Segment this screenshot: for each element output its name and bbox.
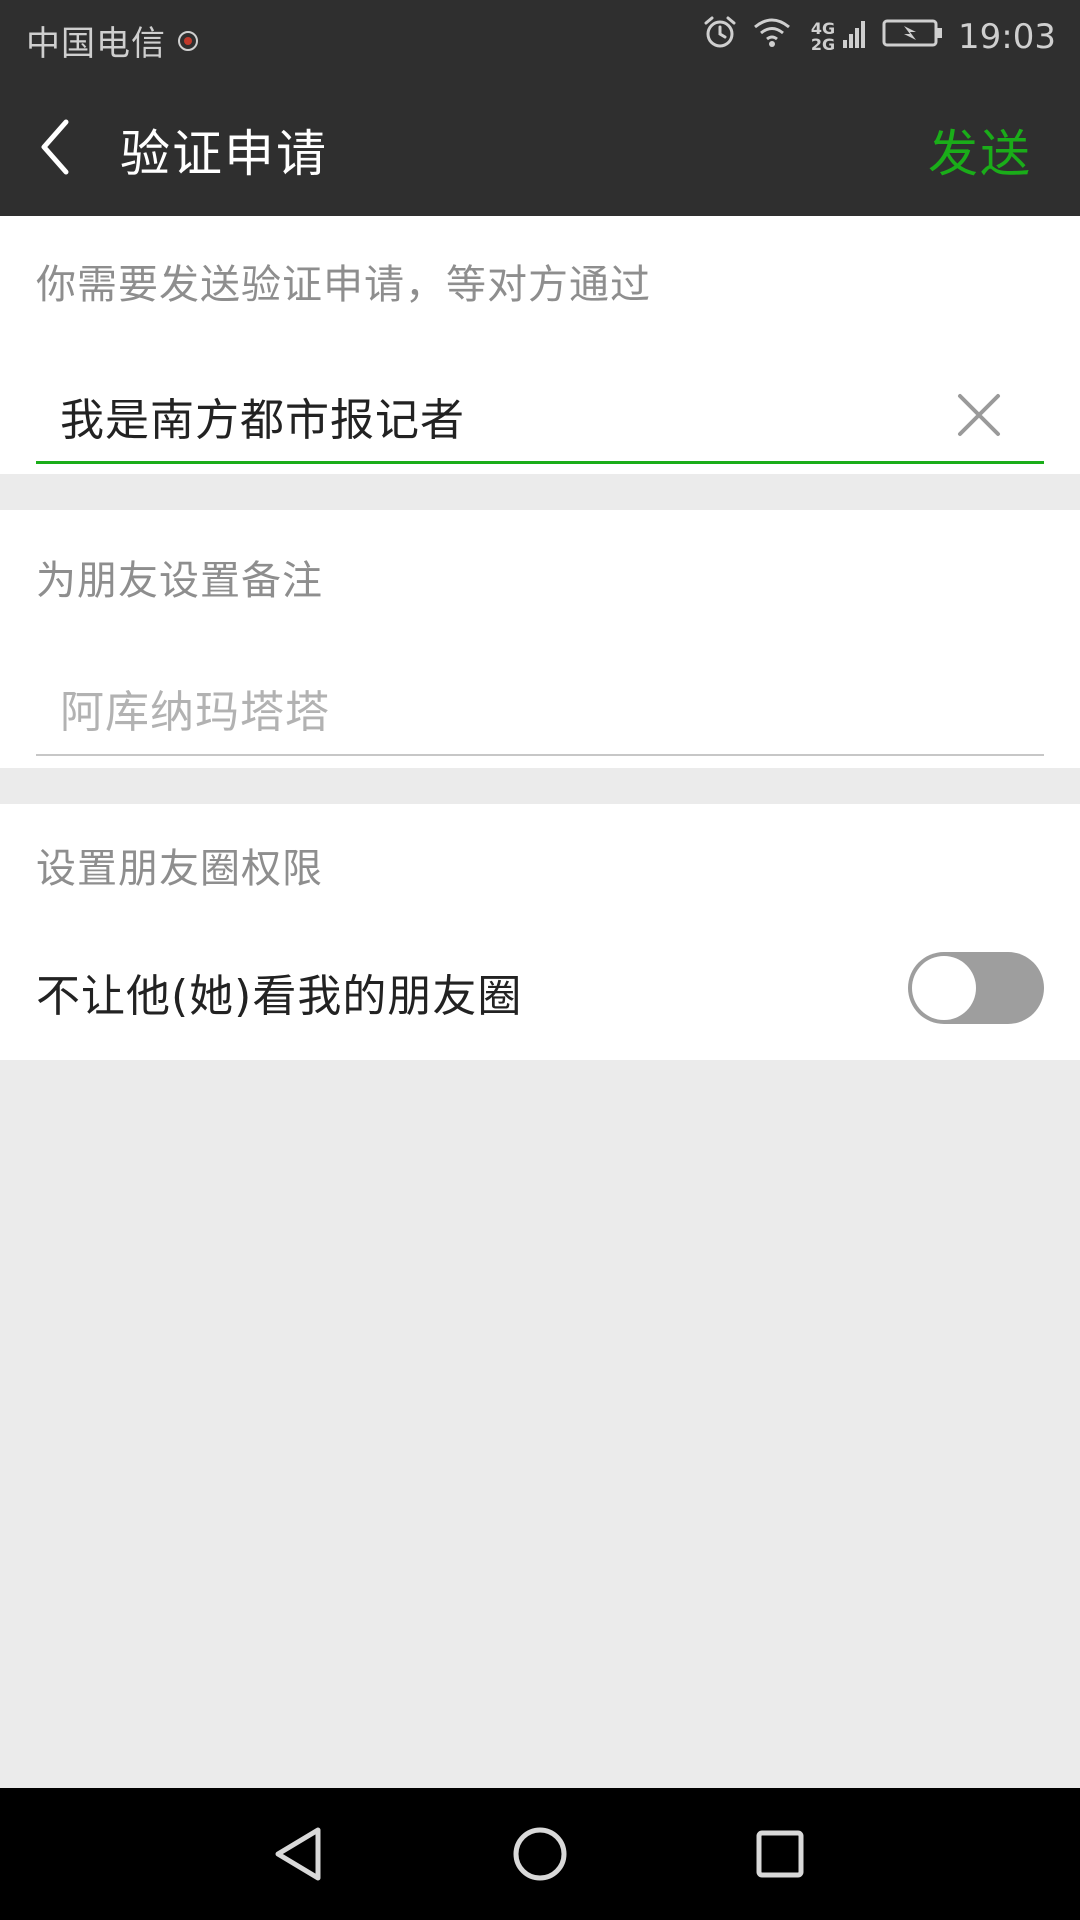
- status-time: 19:03: [958, 16, 1056, 57]
- status-left: 中国电信: [26, 16, 198, 65]
- verification-hint: 你需要发送验证申请，等对方通过: [36, 262, 651, 308]
- wifi-icon: [752, 15, 792, 58]
- chevron-left-icon: [41, 119, 69, 175]
- remark-section: 为朋友设置备注 阿库纳玛塔塔: [0, 510, 1080, 768]
- moments-section: 设置朋友圈权限 不让他(她)看我的朋友圈: [0, 804, 1080, 1060]
- hide-moments-label: 不让他(她)看我的朋友圈: [36, 971, 523, 1022]
- remark-placeholder: 阿库纳玛塔塔: [60, 687, 330, 738]
- carrier-badge-icon: [178, 30, 198, 51]
- page-title: 验证申请: [120, 125, 328, 183]
- cell-signal-icon: [842, 17, 868, 57]
- title-bar: 验证申请 发送: [0, 74, 1080, 216]
- send-button[interactable]: 发送: [928, 114, 1032, 186]
- nav-recent-icon: [756, 1830, 804, 1878]
- close-icon: [958, 394, 1000, 436]
- verification-message-field[interactable]: 我是南方都市报记者: [36, 364, 1044, 464]
- moments-hint: 设置朋友圈权限: [36, 846, 323, 892]
- nav-bar: [0, 1788, 1080, 1920]
- verification-message-value: 我是南方都市报记者: [60, 395, 465, 446]
- network-type: 4G 2G: [806, 20, 840, 54]
- battery-charging-icon: [882, 17, 944, 57]
- nav-back-button[interactable]: [264, 1818, 336, 1890]
- nav-home-icon: [513, 1827, 567, 1881]
- status-right: 4G 2G 19:03: [688, 14, 1056, 59]
- status-bar: 中国电信 4G 2G 19:03: [0, 0, 1080, 74]
- remark-hint: 为朋友设置备注: [36, 558, 323, 604]
- remark-field[interactable]: 阿库纳玛塔塔: [36, 656, 1044, 756]
- nav-home-button[interactable]: [504, 1818, 576, 1890]
- carrier-name: 中国电信: [26, 24, 166, 64]
- hide-moments-toggle[interactable]: [908, 952, 1044, 1024]
- nav-back-icon: [275, 1827, 321, 1881]
- alarm-icon: [702, 14, 738, 59]
- nav-recent-button[interactable]: [744, 1818, 816, 1890]
- screen: 中国电信 4G 2G 19:03 验证申请 发送 你需要发送验证申请，等对方通过…: [0, 0, 1080, 1920]
- toggle-knob: [912, 956, 976, 1020]
- verification-section: 你需要发送验证申请，等对方通过 我是南方都市报记者: [0, 216, 1080, 474]
- network-type-bottom: 2G: [810, 34, 836, 54]
- back-button[interactable]: [30, 112, 90, 182]
- clear-button[interactable]: [954, 390, 1004, 440]
